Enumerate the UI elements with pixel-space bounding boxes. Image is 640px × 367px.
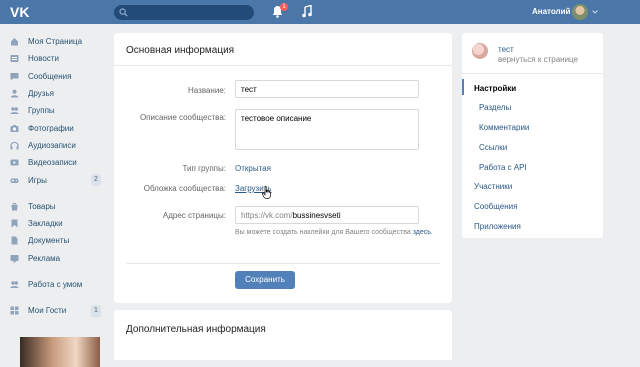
top-header: VK 1 Анатолий (0, 0, 640, 24)
sidebar-item-label: Новости (28, 54, 59, 64)
group-avatar[interactable] (472, 43, 488, 59)
document-icon (10, 236, 19, 245)
hint-text: Вы можете создать наклейки для Вашего со… (235, 229, 411, 236)
menu-item-members[interactable]: Участники (474, 182, 512, 191)
guests-icon (10, 306, 19, 315)
name-field[interactable]: тест (235, 80, 419, 98)
sidebar-item-ads[interactable]: Реклама (10, 250, 110, 267)
sidebar-item-my-page[interactable]: Моя Страница (10, 33, 110, 50)
sidebar-item-label: Мои Гости (28, 306, 67, 316)
svg-text:VK: VK (10, 4, 29, 20)
section-title: Дополнительная информация (126, 324, 266, 335)
video-icon (10, 158, 19, 167)
guests-count-badge: 1 (91, 304, 101, 317)
sidebar-item-label: Моя Страница (28, 37, 83, 47)
community-icon (10, 280, 19, 289)
search-input[interactable] (114, 5, 254, 20)
chevron-down-icon[interactable] (592, 10, 598, 14)
description-field[interactable]: тестовое описание (235, 109, 419, 150)
sidebar-item-community[interactable]: Работа с умом (10, 276, 110, 293)
hint-end: . (430, 229, 433, 236)
sidebar-item-audio[interactable]: Аудиозаписи (10, 137, 110, 154)
left-sidebar: Моя Страница Новости Сообщения Друзья Гр… (10, 33, 110, 319)
menu-item-links[interactable]: Ссылки (479, 143, 507, 152)
divider (114, 65, 452, 66)
sidebar-item-friends[interactable]: Друзья (10, 85, 110, 102)
search-icon (119, 8, 128, 17)
groups-icon (10, 106, 19, 115)
menu-item-messages[interactable]: Сообщения (474, 202, 517, 211)
description-label: Описание сообщества: (139, 113, 226, 122)
sidebar-item-label: Сообщения (28, 71, 72, 81)
camera-icon (10, 124, 19, 133)
divider (462, 73, 603, 74)
sidebar-item-games[interactable]: Игры 2 (10, 171, 110, 188)
home-icon (10, 37, 19, 46)
divider (126, 263, 440, 264)
sidebar-item-goods[interactable]: Товары (10, 198, 110, 215)
sidebar-item-groups[interactable]: Группы (10, 102, 110, 119)
friends-icon (10, 89, 19, 98)
sidebar-item-label: Реклама (28, 253, 61, 263)
sidebar-item-label: Игры (28, 175, 47, 185)
sidebar-item-news[interactable]: Новости (10, 50, 110, 67)
games-icon (10, 176, 19, 185)
games-count-badge: 2 (91, 174, 101, 187)
music-icon[interactable] (302, 5, 312, 18)
ads-icon (10, 254, 19, 263)
messages-icon (10, 72, 19, 81)
save-button[interactable]: Сохранить (235, 271, 295, 289)
group-type-value[interactable]: Открытая (235, 164, 271, 173)
sidebar-item-label: Товары (28, 201, 56, 211)
hand-cursor-icon (262, 186, 272, 199)
video-thumbnail[interactable] (20, 337, 100, 367)
additional-info-card: Дополнительная информация (114, 310, 452, 360)
sidebar-item-messages[interactable]: Сообщения (10, 68, 110, 85)
avatar[interactable] (572, 4, 588, 20)
bookmark-icon (10, 219, 19, 228)
main-info-card: Основная информация Название: тест Описа… (114, 33, 452, 303)
menu-item-sections[interactable]: Разделы (479, 103, 511, 112)
notification-badge: 1 (280, 3, 288, 11)
sidebar-item-label: Аудиозаписи (28, 140, 76, 150)
vk-logo[interactable]: VK (10, 4, 32, 20)
stickers-hint: Вы можете создать наклейки для Вашего со… (235, 228, 440, 238)
address-prefix: https://vk.com/ (241, 211, 293, 220)
sidebar-item-label: Друзья (28, 89, 54, 99)
music-icon (10, 141, 19, 150)
sidebar-item-label: Видеозаписи (28, 158, 77, 168)
sidebar-item-label: Закладки (28, 219, 63, 229)
goods-icon (10, 202, 19, 211)
address-field[interactable]: https://vk.com/bussinesvseti (235, 206, 419, 224)
sidebar-item-label: Документы (28, 236, 70, 246)
group-name-link[interactable]: тест (498, 45, 514, 54)
user-name[interactable]: Анатолий (532, 7, 570, 16)
sidebar-item-label: Группы (28, 106, 55, 116)
sidebar-item-label: Фотографии (28, 123, 74, 133)
back-to-page-link[interactable]: вернуться к странице (498, 55, 578, 64)
sidebar-item-video[interactable]: Видеозаписи (10, 154, 110, 171)
sidebar-item-documents[interactable]: Документы (10, 232, 110, 249)
section-title: Основная информация (126, 45, 235, 56)
address-label: Адрес страницы: (162, 211, 226, 220)
menu-item-apps[interactable]: Приложения (474, 222, 521, 231)
sidebar-item-label: Работа с умом (28, 280, 83, 289)
sidebar-item-guests[interactable]: Мои Гости 1 (10, 302, 110, 319)
menu-item-api[interactable]: Работа с API (479, 163, 527, 172)
address-value: bussinesvseti (292, 211, 341, 220)
menu-item-comments[interactable]: Комментарии (479, 123, 529, 132)
hint-link[interactable]: здесь (413, 229, 431, 236)
sidebar-item-bookmarks[interactable]: Закладки (10, 215, 110, 232)
news-icon (10, 54, 19, 63)
group-type-label: Тип группы: (182, 164, 226, 173)
right-menu-panel: тест вернуться к странице Настройки Разд… (462, 33, 603, 238)
active-indicator (462, 79, 464, 95)
sidebar-item-photos[interactable]: Фотографии (10, 119, 110, 136)
menu-item-settings[interactable]: Настройки (474, 84, 516, 93)
cover-label: Обложка сообщества: (143, 184, 226, 193)
name-label: Название: (188, 86, 226, 95)
